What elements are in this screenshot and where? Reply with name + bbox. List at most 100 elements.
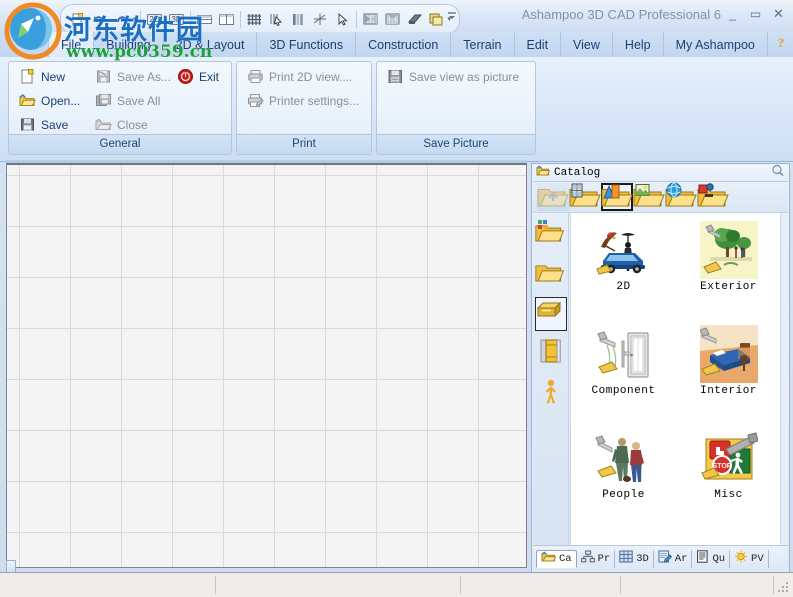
- catalog-item-misc[interactable]: STOP Misc: [676, 425, 781, 519]
- ribbon-button-exit[interactable]: Exit: [177, 68, 219, 85]
- roof-left-icon[interactable]: [360, 9, 381, 30]
- roof-right-icon[interactable]: [382, 9, 403, 30]
- ribbon-button-label: New: [41, 69, 66, 84]
- menu-item-file[interactable]: File: [48, 32, 95, 57]
- catalog-tab-3d[interactable]: 3D: [615, 549, 654, 568]
- drawing-canvas[interactable]: [6, 163, 527, 568]
- catalog-objects-button[interactable]: [601, 183, 633, 211]
- floppy-save-icon: [19, 116, 36, 133]
- ribbon-button-save-view-as-picture[interactable]: Save view as picture: [387, 68, 519, 85]
- crosshair-icon[interactable]: [310, 9, 331, 30]
- split-horizontal-icon[interactable]: [194, 9, 215, 30]
- svg-text:STOP: STOP: [712, 463, 731, 470]
- catalog-tab-ar[interactable]: Ar: [654, 549, 693, 568]
- maximize-button[interactable]: ▭: [747, 6, 764, 21]
- menu-item-my-ashampoo[interactable]: My Ashampoo: [664, 32, 768, 57]
- side-folder-button[interactable]: [534, 257, 567, 292]
- tab-catalog-icon: [541, 550, 557, 567]
- ribbon-button-label: Save view as picture: [409, 69, 520, 84]
- resize-grip[interactable]: [778, 582, 790, 594]
- undo-icon[interactable]: [89, 9, 110, 30]
- catalog-tab-pr[interactable]: Pr: [577, 549, 616, 568]
- redo-icon[interactable]: [111, 9, 132, 30]
- menu-item-building[interactable]: Building: [94, 32, 164, 57]
- catalog-tab-qu[interactable]: Qu: [692, 549, 731, 568]
- ribbon-button-save-all[interactable]: Save All: [95, 92, 160, 109]
- ribbon-button-print-2d-view[interactable]: Print 2D view....: [247, 68, 352, 85]
- ribbon-group-caption: Print: [237, 134, 371, 154]
- menu-item-label: My Ashampoo: [675, 37, 755, 52]
- menu-item-2d-layout[interactable]: 2D & Layout: [164, 32, 258, 57]
- thumb-misc: STOP: [700, 429, 758, 487]
- snap-icon[interactable]: [266, 9, 287, 30]
- catalog-tab-label: 3D: [636, 552, 649, 565]
- side-catalog-button[interactable]: [534, 297, 567, 331]
- pointer-icon[interactable]: [332, 9, 353, 30]
- qat-dropdown-arrow[interactable]: ▾: [133, 15, 137, 23]
- grid-icon[interactable]: [244, 9, 265, 30]
- status-divider-2: [460, 576, 461, 594]
- help-button[interactable]: ?▾: [774, 32, 793, 57]
- menu-item-help[interactable]: Help: [613, 32, 664, 57]
- qat-separator-2: [189, 10, 191, 28]
- catalog-header: Catalog: [533, 164, 788, 182]
- new-document-icon: [19, 68, 36, 85]
- menu-item-edit[interactable]: Edit: [515, 32, 562, 57]
- side-recent-button[interactable]: [534, 217, 567, 252]
- side-people-button[interactable]: [535, 377, 567, 411]
- ribbon-group-caption: General: [9, 134, 231, 154]
- magnifier-icon[interactable]: [771, 164, 785, 182]
- view-2d-icon[interactable]: 2D: [144, 9, 165, 30]
- menu-item-construction[interactable]: Construction: [356, 32, 452, 57]
- view-3d-icon[interactable]: 3D: [166, 9, 187, 30]
- ribbon-button-label: Exit: [199, 69, 220, 84]
- layers-icon[interactable]: [426, 9, 447, 30]
- catalog-world-button[interactable]: [665, 182, 697, 211]
- menu-item-terrain[interactable]: Terrain: [451, 32, 515, 57]
- catalog-item-people[interactable]: People: [571, 425, 676, 519]
- svg-text:?: ?: [778, 35, 785, 50]
- catalog-title: Catalog: [554, 167, 601, 179]
- catalog-item-exterior[interactable]: Exterior: [676, 217, 781, 311]
- close-button[interactable]: ✕: [770, 6, 787, 21]
- qat-overflow-button[interactable]: [445, 8, 459, 25]
- side-folder-icon: [534, 257, 567, 292]
- tab-3d-icon: [619, 550, 633, 567]
- catalog-textures-button[interactable]: [633, 183, 665, 211]
- ribbon-button-close[interactable]: Close: [95, 116, 148, 133]
- split-vertical-icon[interactable]: [216, 9, 237, 30]
- catalog-scrollbar[interactable]: [780, 213, 788, 545]
- catalog-item-component[interactable]: Component: [571, 321, 676, 415]
- catalog-panel: Catalog 2D Exterior Component Interior Peopl…: [531, 163, 790, 573]
- minimize-button[interactable]: _: [724, 6, 741, 21]
- catalog-toolbar: [533, 182, 788, 213]
- ribbon-button-save[interactable]: Save: [19, 116, 68, 133]
- catalog-up-button[interactable]: [537, 183, 569, 211]
- menu-item-view[interactable]: View: [561, 32, 613, 57]
- thumb-exterior: [699, 221, 758, 279]
- catalog-tab-ca[interactable]: Ca: [536, 549, 577, 568]
- ribbon-button-new[interactable]: New: [19, 68, 65, 85]
- catalog-tab-pv[interactable]: PV: [730, 549, 769, 568]
- qat-separator-3: [239, 10, 241, 28]
- columns-icon[interactable]: [288, 9, 309, 30]
- catalog-item-label: Misc: [714, 489, 743, 501]
- side-library-icon: [535, 337, 567, 372]
- catalog-item-interior[interactable]: Interior: [676, 321, 781, 415]
- side-library-button[interactable]: [535, 337, 567, 371]
- menu-item-label: Edit: [526, 37, 549, 52]
- slab-icon[interactable]: [404, 9, 425, 30]
- catalog-building-button[interactable]: [569, 183, 601, 211]
- catalog-favorites-button[interactable]: [697, 182, 729, 211]
- ribbon-button-open[interactable]: Open...: [19, 92, 80, 109]
- ribbon-button-label: Open...: [41, 93, 81, 108]
- catalog-textures-icon: [632, 181, 666, 214]
- ribbon-group-print: Print 2D view.... Printer settings... Prin…: [236, 61, 372, 155]
- side-recent-icon: [534, 217, 567, 252]
- catalog-item-2d[interactable]: 2D: [571, 217, 676, 311]
- ribbon-button-label: Save As...: [117, 69, 172, 84]
- menu-item-3d-functions[interactable]: 3D Functions: [257, 32, 357, 57]
- ribbon-button-printer-settings[interactable]: Printer settings...: [247, 92, 359, 109]
- new-doc-icon[interactable]: [67, 9, 88, 30]
- ribbon-button-save-as[interactable]: Save As...: [95, 68, 171, 85]
